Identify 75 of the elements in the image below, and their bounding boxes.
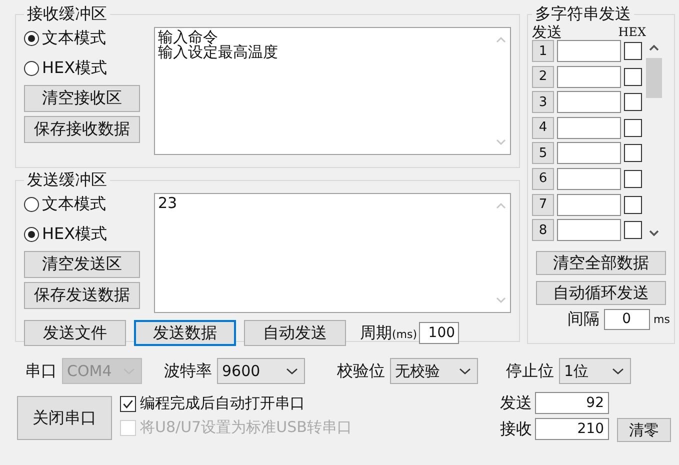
scroll-up-icon[interactable] — [648, 44, 660, 52]
hex-checkbox[interactable] — [624, 144, 642, 162]
unit-label: ms — [654, 313, 670, 326]
radio-label[interactable]: HEX模式 — [42, 224, 108, 244]
chevron-down-icon — [286, 367, 298, 375]
action-button[interactable]: 清空发送区 — [24, 251, 140, 278]
text-line: 输入命令 — [158, 30, 218, 45]
action-button[interactable]: 发送数据 — [134, 320, 236, 346]
action-button[interactable]: 自动循环发送 — [536, 281, 666, 306]
send-string-button[interactable]: 8 — [532, 219, 554, 242]
send-string-button[interactable]: 2 — [532, 66, 554, 88]
radio-button[interactable] — [24, 30, 39, 46]
send-string-button[interactable]: 1 — [532, 40, 554, 62]
interval-field[interactable]: 0 — [604, 309, 650, 330]
close-port-button[interactable]: 关闭串口 — [17, 396, 112, 440]
string-field[interactable] — [557, 66, 621, 88]
action-button[interactable]: 保存发送数据 — [24, 282, 140, 309]
chevron-down-icon — [612, 367, 624, 375]
clear-button[interactable]: 清零 — [617, 418, 671, 442]
check-icon — [122, 398, 134, 410]
send-string-button[interactable]: 5 — [532, 142, 554, 164]
string-field[interactable] — [557, 142, 621, 164]
hex-checkbox[interactable] — [624, 68, 642, 86]
period-label: 周期(ms) — [360, 322, 418, 344]
radio-button[interactable] — [24, 196, 39, 212]
dropdown[interactable]: 9600 — [217, 358, 305, 384]
send-string-button[interactable]: 4 — [532, 116, 554, 139]
action-button[interactable]: 清空接收区 — [24, 85, 140, 112]
setting-label: 停止位 — [506, 360, 554, 382]
action-button[interactable]: 保存接收数据 — [24, 116, 140, 143]
string-field[interactable] — [557, 168, 621, 190]
column-header: 发送 — [532, 25, 562, 40]
send-string-button[interactable]: 3 — [532, 91, 554, 114]
counter-label: 发送 — [500, 392, 532, 414]
counter-label: 接收 — [500, 418, 532, 440]
group-title: 发送缓冲区 — [26, 170, 108, 191]
interval-label: 间隔 — [568, 309, 600, 330]
setting-label: 波特率 — [164, 360, 212, 382]
string-field[interactable] — [557, 219, 621, 242]
hex-checkbox[interactable] — [624, 170, 642, 188]
counter-field: 210 — [535, 418, 609, 440]
dropdown[interactable]: 无校验 — [390, 358, 478, 384]
dropdown[interactable]: 1位 — [559, 358, 631, 384]
string-field[interactable] — [557, 40, 621, 62]
text-line: 23 — [158, 196, 178, 211]
string-field[interactable] — [557, 91, 621, 114]
radio-button[interactable] — [24, 60, 39, 76]
radio-label[interactable]: HEX模式 — [42, 58, 108, 78]
scrollbar-thumb[interactable] — [646, 58, 662, 98]
string-field[interactable] — [557, 116, 621, 139]
radio-label[interactable]: 文本模式 — [42, 28, 106, 48]
group-title: 接收缓冲区 — [26, 4, 108, 25]
hex-checkbox[interactable] — [624, 221, 642, 240]
setting-label: 校验位 — [337, 360, 385, 382]
text-line: 输入设定最高温度 — [158, 45, 279, 60]
action-button[interactable]: 发送文件 — [24, 320, 126, 346]
hex-checkbox[interactable] — [624, 42, 642, 60]
action-button[interactable]: 自动发送 — [244, 320, 346, 346]
period-field[interactable]: 100 — [419, 322, 460, 344]
scroll-down-icon[interactable] — [648, 229, 660, 238]
counter-field: 92 — [535, 392, 609, 414]
hex-checkbox[interactable] — [624, 93, 642, 112]
string-field[interactable] — [557, 194, 621, 216]
column-header: HEX — [618, 25, 646, 40]
hex-checkbox[interactable] — [624, 196, 642, 214]
radio-label[interactable]: 文本模式 — [42, 194, 106, 214]
chevron-down-icon — [459, 367, 471, 375]
hex-checkbox[interactable] — [624, 118, 642, 137]
setting-label: 串口 — [25, 360, 57, 382]
send-string-button[interactable]: 6 — [532, 168, 554, 190]
group-title: 多字符串发送 — [534, 4, 632, 25]
checkbox-option[interactable]: 编程完成后自动打开串口 — [120, 394, 352, 413]
send-string-button[interactable]: 7 — [532, 194, 554, 216]
radio-button[interactable] — [24, 226, 39, 242]
action-button[interactable]: 清空全部数据 — [536, 251, 666, 276]
